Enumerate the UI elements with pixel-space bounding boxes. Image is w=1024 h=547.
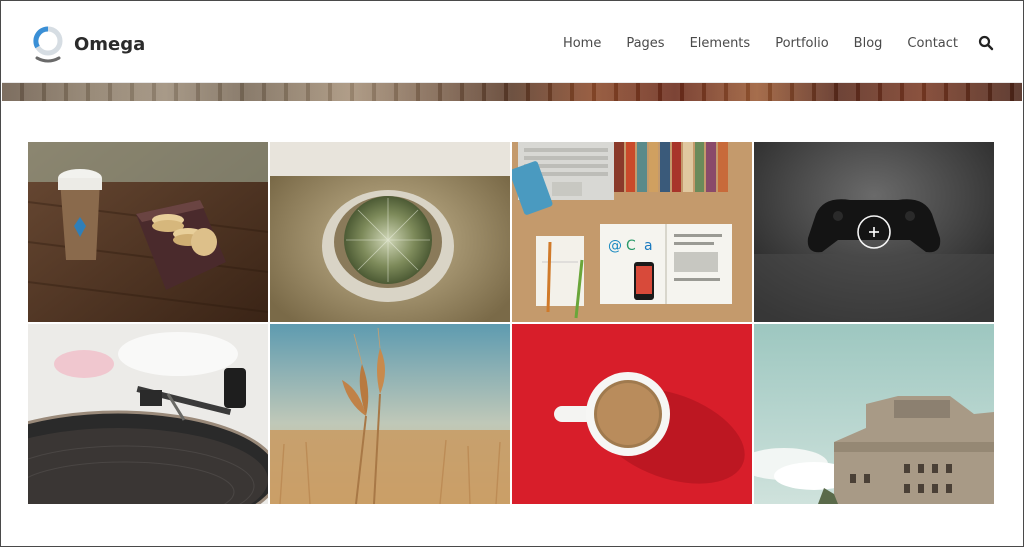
site-header: Omega Home Pages Elements Portfolio Blog… [2, 5, 1022, 83]
plus-icon[interactable] [865, 223, 883, 241]
logo-icon [32, 25, 66, 65]
portfolio-item-cactus[interactable] [270, 142, 510, 322]
main-nav: Home Pages Elements Portfolio Blog Conta… [538, 35, 994, 51]
nav-contact[interactable]: Contact [907, 36, 958, 51]
portfolio-item-wheat[interactable] [270, 324, 510, 504]
portfolio-item-coffee-macarons[interactable] [28, 142, 268, 322]
svg-text:a: a [644, 238, 653, 254]
portfolio-item-controller[interactable] [754, 142, 994, 322]
nav-portfolio[interactable]: Portfolio [775, 36, 828, 51]
logo[interactable]: Omega [32, 25, 145, 65]
portfolio-item-desk[interactable]: @ C a [512, 142, 752, 322]
coffee-red-image [512, 324, 752, 504]
record-player-image [28, 324, 268, 504]
search-icon[interactable] [978, 35, 994, 51]
nav-elements[interactable]: Elements [690, 36, 751, 51]
bunker-image [754, 324, 994, 504]
brand-name: Omega [74, 33, 146, 55]
wheat-image [270, 324, 510, 504]
svg-text:@: @ [608, 238, 622, 254]
portfolio-item-bunker[interactable] [754, 324, 994, 504]
nav-blog[interactable]: Blog [854, 36, 883, 51]
coffee-macarons-image [28, 142, 268, 322]
nav-home[interactable]: Home [563, 36, 601, 51]
browser-frame: Omega Home Pages Elements Portfolio Blog… [0, 0, 1024, 547]
nav-pages[interactable]: Pages [626, 36, 664, 51]
desk-flatlay-image: @ C a [512, 142, 752, 322]
portfolio-item-coffee-red[interactable] [512, 324, 752, 504]
hero-image-strip [2, 83, 1022, 101]
cactus-image [270, 142, 510, 322]
portfolio-item-record-player[interactable] [28, 324, 268, 504]
svg-text:C: C [626, 238, 636, 254]
